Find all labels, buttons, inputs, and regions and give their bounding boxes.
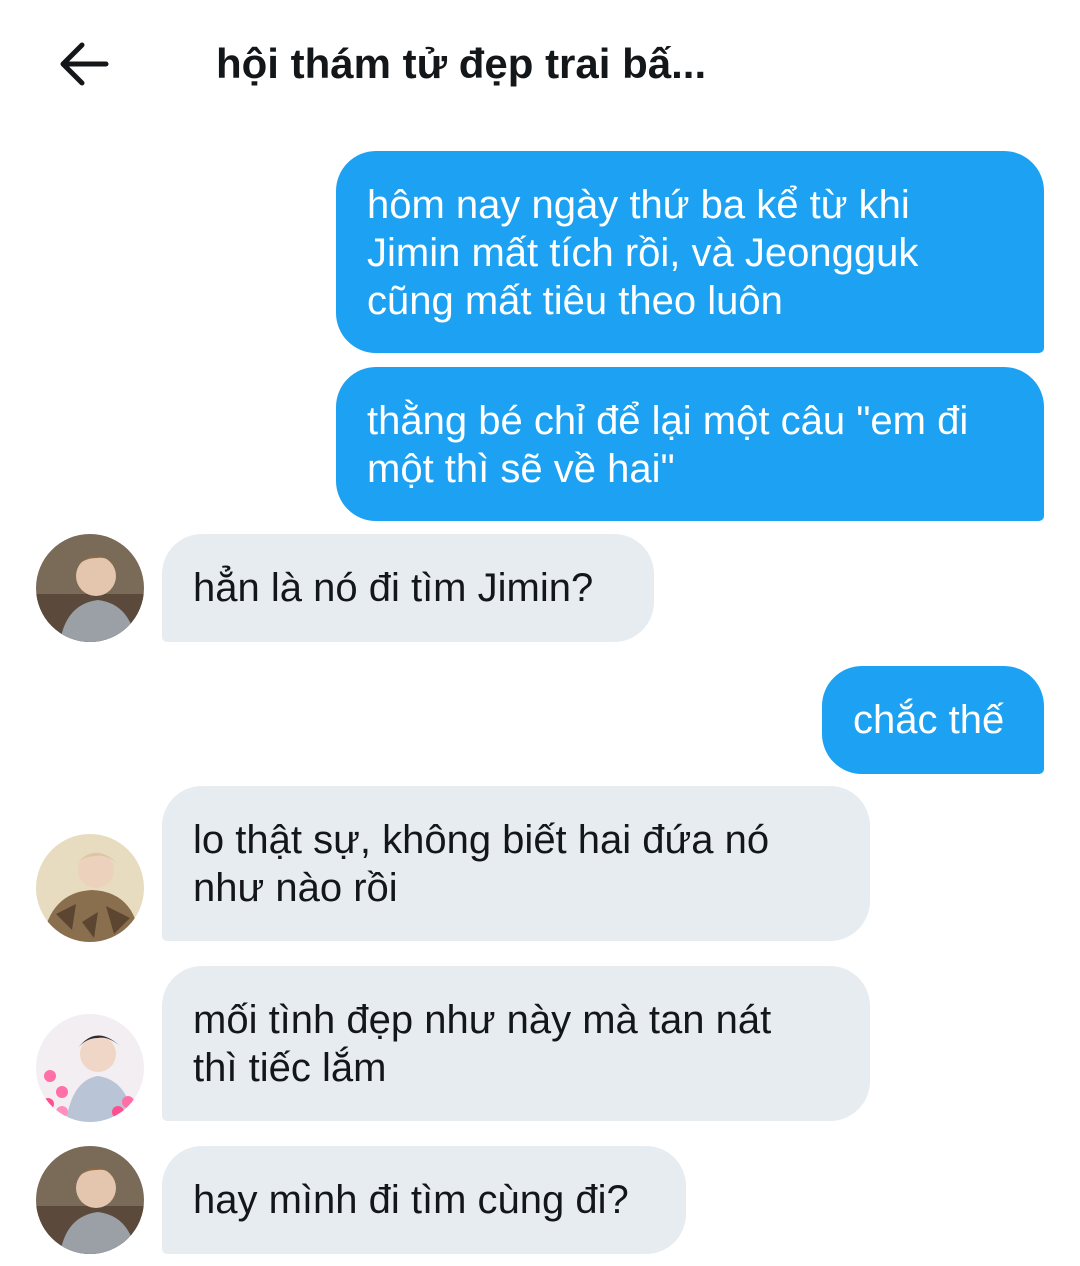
back-button[interactable]	[52, 32, 116, 96]
arrow-left-icon	[60, 42, 109, 86]
conversation-title: hội thám tử đẹp trai bấ...	[216, 40, 707, 87]
message-bubble-outgoing[interactable]: hôm nay ngày thứ ba kể từ khi Jimin mất …	[336, 151, 1044, 353]
message-bubble-outgoing[interactable]: chắc thế	[822, 666, 1044, 774]
message-bubble-incoming[interactable]: lo thật sự, không biết hai đứa nó như nà…	[162, 786, 870, 941]
avatar[interactable]	[36, 834, 144, 942]
chat-header: hội thám tử đẹp trai bấ...	[0, 0, 1080, 125]
avatar[interactable]	[36, 534, 144, 642]
message-bubble-incoming[interactable]: mối tình đẹp như này mà tan nát thì tiếc…	[162, 966, 870, 1121]
avatar[interactable]	[36, 1146, 144, 1254]
message-bubble-incoming[interactable]: hay mình đi tìm cùng đi?	[162, 1146, 686, 1254]
avatar[interactable]	[36, 1014, 144, 1122]
message-bubble-incoming[interactable]: hẳn là nó đi tìm Jimin?	[162, 534, 654, 642]
message-bubble-outgoing[interactable]: thằng bé chỉ để lại một câu "em đi một t…	[336, 367, 1044, 521]
